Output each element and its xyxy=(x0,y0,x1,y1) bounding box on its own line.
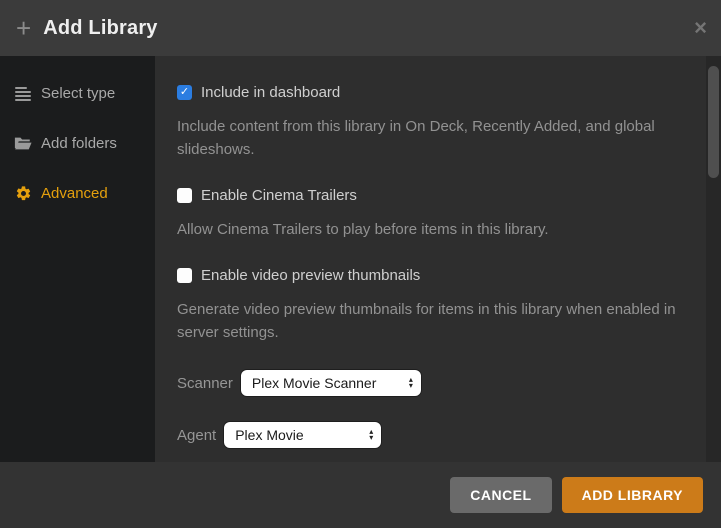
close-icon[interactable]: × xyxy=(694,17,707,39)
checkbox-label: Enable Cinema Trailers xyxy=(201,187,357,204)
advanced-settings-panel: ✓ Include in dashboard Include content f… xyxy=(155,56,721,462)
sidebar-item-add-folders[interactable]: Add folders xyxy=(0,124,155,163)
checkbox-checked[interactable]: ✓ xyxy=(177,85,192,100)
dialog-header: + Add Library × xyxy=(0,0,721,56)
folder-open-icon xyxy=(14,136,32,152)
select-stepper-icon: ▴▾ xyxy=(369,429,373,441)
select-stepper-icon: ▴▾ xyxy=(409,377,413,389)
checkbox-label: Include in dashboard xyxy=(201,84,340,101)
setting-description: Generate video preview thumbnails for it… xyxy=(177,298,685,344)
setting-description: Allow Cinema Trailers to play before ite… xyxy=(177,218,685,241)
scanner-select-row: Scanner Plex Movie Scanner ▴▾ xyxy=(177,370,685,396)
sidebar-item-advanced[interactable]: Advanced xyxy=(0,174,155,213)
agent-select-row: Agent Plex Movie ▴▾ xyxy=(177,422,685,448)
plus-icon: + xyxy=(16,15,31,41)
check-icon: ✓ xyxy=(180,87,189,98)
dialog-footer: CANCEL ADD LIBRARY xyxy=(0,462,721,528)
sidebar-item-label: Select type xyxy=(41,85,115,102)
list-icon xyxy=(14,86,32,102)
include-in-dashboard-checkbox-row[interactable]: ✓ Include in dashboard xyxy=(177,84,685,101)
gear-icon xyxy=(14,186,32,202)
agent-select-value: Plex Movie xyxy=(235,427,303,443)
checkbox-unchecked[interactable] xyxy=(177,268,192,283)
cancel-button[interactable]: CANCEL xyxy=(450,477,551,513)
dialog-title: Add Library xyxy=(43,17,157,40)
dialog-body: Select type Add folders Advanced xyxy=(0,56,721,462)
sidebar-item-label: Advanced xyxy=(41,185,108,202)
add-library-dialog: + Add Library × Select type Add folders xyxy=(0,0,721,528)
scrollbar-thumb[interactable] xyxy=(708,66,719,178)
agent-select[interactable]: Plex Movie ▴▾ xyxy=(224,422,381,448)
scanner-select-value: Plex Movie Scanner xyxy=(252,375,377,391)
agent-label: Agent xyxy=(177,427,216,444)
enable-video-preview-thumbnails-checkbox-row[interactable]: Enable video preview thumbnails xyxy=(177,267,685,284)
scanner-select[interactable]: Plex Movie Scanner ▴▾ xyxy=(241,370,421,396)
scanner-label: Scanner xyxy=(177,375,233,392)
checkbox-label: Enable video preview thumbnails xyxy=(201,267,420,284)
sidebar-item-select-type[interactable]: Select type xyxy=(0,74,155,113)
sidebar-item-label: Add folders xyxy=(41,135,117,152)
setting-description: Include content from this library in On … xyxy=(177,115,685,161)
scrollbar-track[interactable] xyxy=(706,56,721,462)
enable-cinema-trailers-checkbox-row[interactable]: Enable Cinema Trailers xyxy=(177,187,685,204)
checkbox-unchecked[interactable] xyxy=(177,188,192,203)
wizard-steps-sidebar: Select type Add folders Advanced xyxy=(0,56,155,462)
add-library-button[interactable]: ADD LIBRARY xyxy=(562,477,703,513)
